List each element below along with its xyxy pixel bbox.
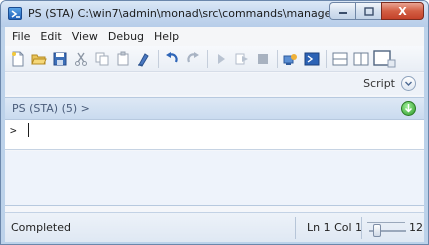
window-title: PS (STA) C:\win7\admin\monad\src\command… (28, 7, 361, 20)
menu-help[interactable]: Help (149, 30, 184, 43)
client-area: File Edit View Debug Help Script PS (STA… (5, 27, 424, 242)
save-icon[interactable] (51, 50, 69, 68)
console-tab-title: PS (STA) (5) > (12, 102, 90, 115)
command-input-pane[interactable]: > (5, 120, 424, 150)
open-folder-icon[interactable] (30, 50, 48, 68)
new-file-icon[interactable] (9, 50, 27, 68)
menu-bar: File Edit View Debug Help (5, 27, 424, 46)
layout-top-icon[interactable] (331, 50, 349, 68)
script-pane-label: Script (363, 77, 395, 90)
maximize-icon (363, 6, 374, 16)
stop-icon[interactable] (254, 50, 272, 68)
new-remote-tab-icon[interactable] (282, 50, 300, 68)
zoom-scale (367, 217, 405, 223)
minimize-button[interactable] (329, 2, 355, 20)
toolbar-separator (207, 49, 208, 68)
cut-icon[interactable] (72, 50, 90, 68)
status-text: Completed (11, 221, 71, 234)
title-bar[interactable]: PS (STA) C:\win7\admin\monad\src\command… (1, 1, 428, 27)
ise-window: PS (STA) C:\win7\admin\monad\src\command… (0, 0, 429, 245)
menu-view[interactable]: View (67, 30, 103, 43)
toolbar-separator (158, 49, 159, 68)
menu-debug[interactable]: Debug (103, 30, 149, 43)
zoom-slider-thumb[interactable] (373, 224, 381, 237)
maximize-button[interactable] (355, 2, 381, 20)
show-script-pane-button[interactable] (401, 76, 416, 91)
chevron-down-icon (405, 81, 412, 86)
cursor-position: Ln 1 Col 1 (307, 221, 363, 234)
console-pane-header: PS (STA) (5) > (5, 97, 424, 120)
close-icon: X (398, 4, 407, 18)
clear-icon[interactable] (135, 50, 153, 68)
powershell-app-icon (8, 7, 22, 20)
arrow-down-icon (404, 104, 413, 113)
text-caret (28, 123, 29, 137)
undo-icon[interactable] (163, 50, 181, 68)
minimize-icon (338, 12, 347, 14)
caption-buttons: X (329, 2, 424, 20)
output-pane[interactable] (5, 151, 424, 206)
menu-edit[interactable]: Edit (35, 30, 66, 43)
script-pane-row: Script (5, 73, 424, 95)
redo-icon[interactable] (184, 50, 202, 68)
run-status-indicator[interactable] (401, 101, 416, 116)
close-button[interactable]: X (381, 2, 424, 20)
run-selection-icon[interactable] (233, 50, 251, 68)
command-prompt: > (10, 124, 17, 137)
powershell-console-icon[interactable] (303, 50, 321, 68)
toolbar (5, 46, 424, 72)
menu-file[interactable]: File (7, 30, 35, 43)
layout-right-icon[interactable] (352, 50, 370, 68)
toolbar-separator (277, 49, 278, 68)
copy-icon[interactable] (93, 50, 111, 68)
zoom-level: 12 (409, 221, 423, 234)
paste-icon[interactable] (114, 50, 132, 68)
status-divider (361, 217, 362, 239)
status-divider (295, 217, 296, 239)
toolbar-separator (326, 49, 327, 68)
run-script-icon[interactable] (212, 50, 230, 68)
layout-maximized-icon[interactable] (373, 49, 397, 68)
status-bar: Completed Ln 1 Col 1 12 (5, 212, 424, 242)
